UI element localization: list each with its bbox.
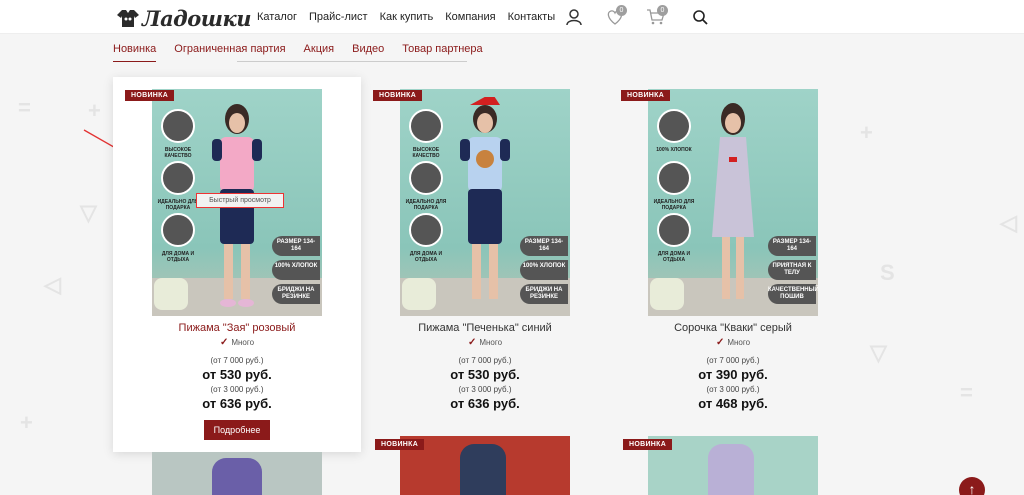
feature-label: ДЛЯ ДОМА И ОТДЫХА: [657, 251, 691, 263]
wholesale-threshold-1: (от 7 000 руб.): [210, 356, 264, 365]
tab-video[interactable]: Видео: [352, 43, 384, 62]
tab-partner[interactable]: Товар партнера: [402, 43, 482, 62]
stock-label: Много: [231, 338, 255, 347]
wholesale-threshold-2: (от 3 000 руб.): [210, 385, 264, 394]
material-tag: ПРИЯТНАЯ К ТЕЛУ: [768, 260, 816, 280]
tabs-divider: [237, 61, 467, 62]
product-image[interactable]: [400, 436, 570, 495]
price-tier-2: от 468 руб.: [698, 396, 768, 411]
stock-status: ✓ Много: [361, 337, 609, 348]
wholesale-threshold-2: (от 3 000 руб.): [706, 385, 760, 394]
price-tier-1: от 390 руб.: [698, 367, 768, 382]
model-photo: [460, 97, 510, 299]
product-tabs: Новинка Ограниченная партия Акция Видео …: [113, 43, 501, 62]
size-tag: РАЗМЕР 134-164: [520, 236, 568, 256]
model-photo: [712, 103, 754, 299]
quality-badge-icon: [409, 109, 443, 143]
new-badge: НОВИНКА: [373, 90, 423, 101]
site-header: Ладошки Каталог Прайс-лист Как купить Ко…: [0, 0, 1024, 34]
feature-label: ИДЕАЛЬНО ДЛЯ ПОДАРКА: [653, 199, 695, 211]
stock-label: Много: [479, 338, 503, 347]
header-icons: 0 0: [0, 5, 1024, 28]
details-button[interactable]: Подробнее: [204, 420, 270, 440]
new-badge: НОВИНКА: [375, 439, 425, 450]
material-tag: 100% ХЛОПОК: [272, 260, 320, 280]
user-icon[interactable]: [564, 8, 584, 26]
material-tag: 100% ХЛОПОК: [520, 260, 568, 280]
gift-badge-icon: [161, 161, 195, 195]
product-card[interactable]: ВЫСОКОЕ КАЧЕСТВО ИДЕАЛЬНО ДЛЯ ПОДАРКА ДЛ…: [361, 77, 609, 452]
feature-label: ВЫСОКОЕ КАЧЕСТВО: [412, 147, 440, 159]
feature-label: 100% ХЛОПОК: [656, 147, 692, 153]
scroll-to-top-button[interactable]: ↑: [959, 477, 985, 495]
product-title[interactable]: Пижама "Зая" розовый: [113, 322, 361, 334]
cart-icon[interactable]: 0: [646, 5, 668, 26]
home-badge-icon: [657, 213, 691, 247]
new-badge: НОВИНКА: [125, 90, 175, 101]
feature-label: ИДЕАЛЬНО ДЛЯ ПОДАРКА: [157, 199, 199, 211]
feature-label: ДЛЯ ДОМА И ОТДЫХА: [161, 251, 195, 263]
search-icon[interactable]: [690, 8, 710, 26]
size-tag: РАЗМЕР 134-164: [768, 236, 816, 256]
new-badge: НОВИНКА: [621, 90, 671, 101]
style-tag: БРИДЖИ НА РЕЗИНКЕ: [520, 284, 568, 304]
stock-status: ✓ Много: [609, 337, 857, 348]
stock-status: ✓ Много: [113, 337, 361, 348]
product-image[interactable]: 100% ХЛОПОК ИДЕАЛЬНО ДЛЯ ПОДАРКА ДЛЯ ДОМ…: [648, 89, 818, 316]
cart-count-badge: 0: [657, 5, 668, 16]
product-title[interactable]: Пижама "Печенька" синий: [361, 322, 609, 334]
price-tier-1: от 530 руб.: [202, 367, 272, 382]
quick-view-button[interactable]: Быстрый просмотр: [196, 193, 284, 208]
tab-limited[interactable]: Ограниченная партия: [174, 43, 285, 62]
gift-badge-icon: [657, 161, 691, 195]
home-badge-icon: [409, 213, 443, 247]
size-tag: РАЗМЕР 134-164: [272, 236, 320, 256]
product-card[interactable]: ВЫСОКОЕ КАЧЕСТВО ИДЕАЛЬНО ДЛЯ ПОДАРКА ДЛ…: [113, 77, 361, 452]
wholesale-threshold-2: (от 3 000 руб.): [458, 385, 512, 394]
heart-icon[interactable]: 0: [605, 5, 627, 26]
check-icon: ✓: [467, 337, 477, 348]
tab-new[interactable]: Новинка: [113, 43, 157, 62]
price-tier-2: от 636 руб.: [450, 396, 520, 411]
wholesale-threshold-1: (от 7 000 руб.): [706, 356, 760, 365]
product-card[interactable]: 100% ХЛОПОК ИДЕАЛЬНО ДЛЯ ПОДАРКА ДЛЯ ДОМ…: [609, 77, 857, 452]
tab-sale[interactable]: Акция: [304, 43, 335, 62]
wholesale-threshold-1: (от 7 000 руб.): [458, 356, 512, 365]
product-image[interactable]: [152, 452, 322, 495]
feature-label: ВЫСОКОЕ КАЧЕСТВО: [164, 147, 192, 159]
product-image[interactable]: [648, 436, 818, 495]
feature-label: ИДЕАЛЬНО ДЛЯ ПОДАРКА: [405, 199, 447, 211]
style-tag: КАЧЕСТВЕННЫЙ ПОШИВ: [768, 284, 818, 304]
stock-label: Много: [727, 338, 751, 347]
check-icon: ✓: [219, 337, 229, 348]
check-icon: ✓: [715, 337, 725, 348]
new-badge: НОВИНКА: [623, 439, 673, 450]
price-tier-1: от 530 руб.: [450, 367, 520, 382]
cotton-badge-icon: [657, 109, 691, 143]
price-tier-2: от 636 руб.: [202, 396, 272, 411]
product-title[interactable]: Сорочка "Кваки" серый: [609, 322, 857, 334]
home-badge-icon: [161, 213, 195, 247]
arrow-up-icon: ↑: [968, 481, 976, 495]
gift-badge-icon: [409, 161, 443, 195]
style-tag: БРИДЖИ НА РЕЗИНКЕ: [272, 284, 320, 304]
wishlist-count-badge: 0: [616, 5, 627, 16]
feature-label: ДЛЯ ДОМА И ОТДЫХА: [409, 251, 443, 263]
quality-badge-icon: [161, 109, 195, 143]
product-image[interactable]: ВЫСОКОЕ КАЧЕСТВО ИДЕАЛЬНО ДЛЯ ПОДАРКА ДЛ…: [400, 89, 570, 316]
